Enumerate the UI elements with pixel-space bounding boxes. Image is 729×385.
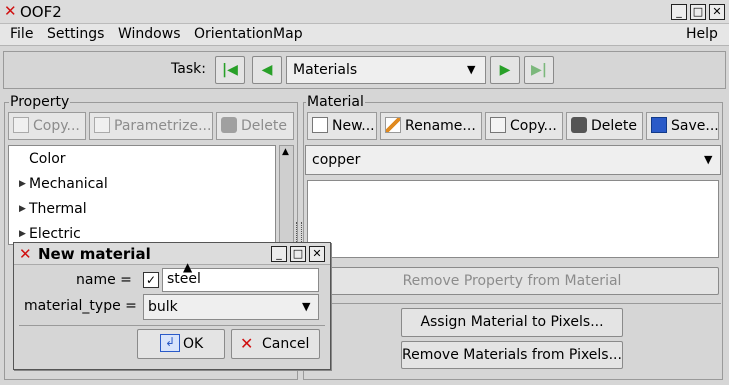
scroll-up-icon[interactable]: ▲ [282,147,289,157]
ok-label: OK [183,336,204,352]
cancel-x-icon: ✕ [240,334,254,353]
return-arrow-icon: ↲ [160,334,180,352]
chevron-down-icon: ▼ [704,153,713,166]
edit-icon [94,117,110,133]
pencil-icon [385,117,401,133]
menu-windows[interactable]: Windows [118,26,181,42]
menubar: File Settings Windows OrientationMap Hel… [0,24,729,46]
next-task-button[interactable]: ▶ [490,56,520,84]
material-selector-value: copper [312,152,361,168]
task-bar: Task: |◀ ◀ Materials ▼ ▶ ▶| [3,51,726,89]
property-delete-label: Delete [241,118,287,134]
trash-icon [571,117,587,133]
chevron-down-icon: ▼ [467,63,476,76]
menu-help[interactable]: Help [686,26,718,42]
parametrize-button[interactable]: Parametrize... [89,112,213,140]
trash-icon [221,117,237,133]
task-selector-value: Materials [293,62,358,78]
material-delete-button[interactable]: Delete [566,112,643,140]
material-rename-label: Rename... [405,118,476,134]
parametrize-label: Parametrize... [114,118,212,134]
property-tree[interactable]: Color ▶ Mechanical ▶ Thermal ▶ Electric [8,145,276,245]
assign-material-button[interactable]: Assign Material to Pixels... [401,308,623,337]
window-titlebar: ✕ OOF2 _ □ ✕ [0,0,729,24]
task-selector[interactable]: Materials ▼ [286,56,486,84]
material-title: Material [306,94,365,110]
x-logo-icon: ✕ [19,245,32,263]
maximize-icon[interactable]: □ [690,4,706,20]
ok-button[interactable]: ↲ OK [137,329,225,359]
assign-material-label: Assign Material to Pixels... [420,314,604,330]
property-copy-label: Copy... [33,118,80,134]
remove-materials-label: Remove Materials from Pixels... [402,347,622,363]
pane-divider[interactable] [296,222,302,244]
remove-property-button[interactable]: Remove Property from Material [305,267,719,295]
menu-orientation-map[interactable]: OrientationMap [194,26,303,42]
material-new-label: New... [332,118,375,134]
material-copy-button[interactable]: Copy... [485,112,563,140]
remove-property-label: Remove Property from Material [402,273,622,289]
menu-file[interactable]: File [10,26,33,42]
first-task-button[interactable]: |◀ [215,56,245,84]
divider [305,303,721,304]
divider [19,325,325,326]
x-logo-icon: ✕ [4,2,17,20]
task-label: Task: [171,61,206,77]
window-title: OOF2 [20,3,62,21]
material-copy-label: Copy... [510,118,557,134]
last-arrow-icon: ▶| [531,62,547,78]
material-save-label: Save... [671,118,719,134]
tree-item-color[interactable]: Color [29,151,66,167]
property-delete-button[interactable]: Delete [216,112,294,140]
name-label: name = [76,272,132,288]
material-type-value: bulk [148,299,178,315]
tree-item-electric[interactable]: Electric [29,226,81,242]
left-arrow-icon: ◀ [261,62,273,78]
name-checkbox[interactable]: ✓ [143,272,159,288]
right-arrow-icon: ▶ [499,62,511,78]
tree-item-thermal[interactable]: Thermal [29,201,87,217]
cancel-label: Cancel [262,336,310,352]
close-icon[interactable]: ✕ [709,4,725,20]
first-arrow-icon: |◀ [222,62,238,78]
prev-task-button[interactable]: ◀ [252,56,282,84]
property-copy-button[interactable]: Copy... [8,112,86,140]
maximize-icon[interactable]: □ [290,246,306,262]
material-rename-button[interactable]: Rename... [380,112,482,140]
property-scrollbar[interactable]: ▲ [279,145,294,245]
expand-icon[interactable]: ▶ [19,204,26,214]
save-icon [651,117,667,133]
close-icon[interactable]: ✕ [309,246,325,262]
material-type-label: material_type = [24,298,137,314]
material-save-button[interactable]: Save... [646,112,719,140]
property-title: Property [9,94,71,110]
remove-materials-button[interactable]: Remove Materials from Pixels... [401,341,623,369]
dialog-title: New material [38,245,151,263]
expand-icon[interactable]: ▶ [19,179,26,189]
copy-icon [490,117,506,133]
cancel-button[interactable]: ✕ Cancel [231,329,320,359]
tree-item-mechanical[interactable]: Mechanical [29,176,108,192]
copy-icon [13,117,29,133]
expand-icon[interactable]: ▶ [19,229,26,239]
material-selector[interactable]: copper ▼ [305,145,721,175]
material-property-list[interactable] [307,180,719,258]
new-material-dialog: ✕ New material _ □ ✕ name = ✓ steel mate… [13,242,331,370]
menu-settings[interactable]: Settings [47,26,104,42]
minimize-icon[interactable]: _ [271,246,287,262]
chevron-down-icon: ▼ [302,300,311,313]
new-document-icon [312,117,328,133]
material-type-select[interactable]: bulk ▼ [143,294,319,320]
dialog-titlebar[interactable]: ✕ New material _ □ ✕ [14,243,330,265]
last-task-button[interactable]: ▶| [524,56,554,84]
material-new-button[interactable]: New... [307,112,377,140]
material-delete-label: Delete [591,118,637,134]
minimize-icon[interactable]: _ [671,4,687,20]
mouse-cursor-icon: ▲ [183,260,193,274]
